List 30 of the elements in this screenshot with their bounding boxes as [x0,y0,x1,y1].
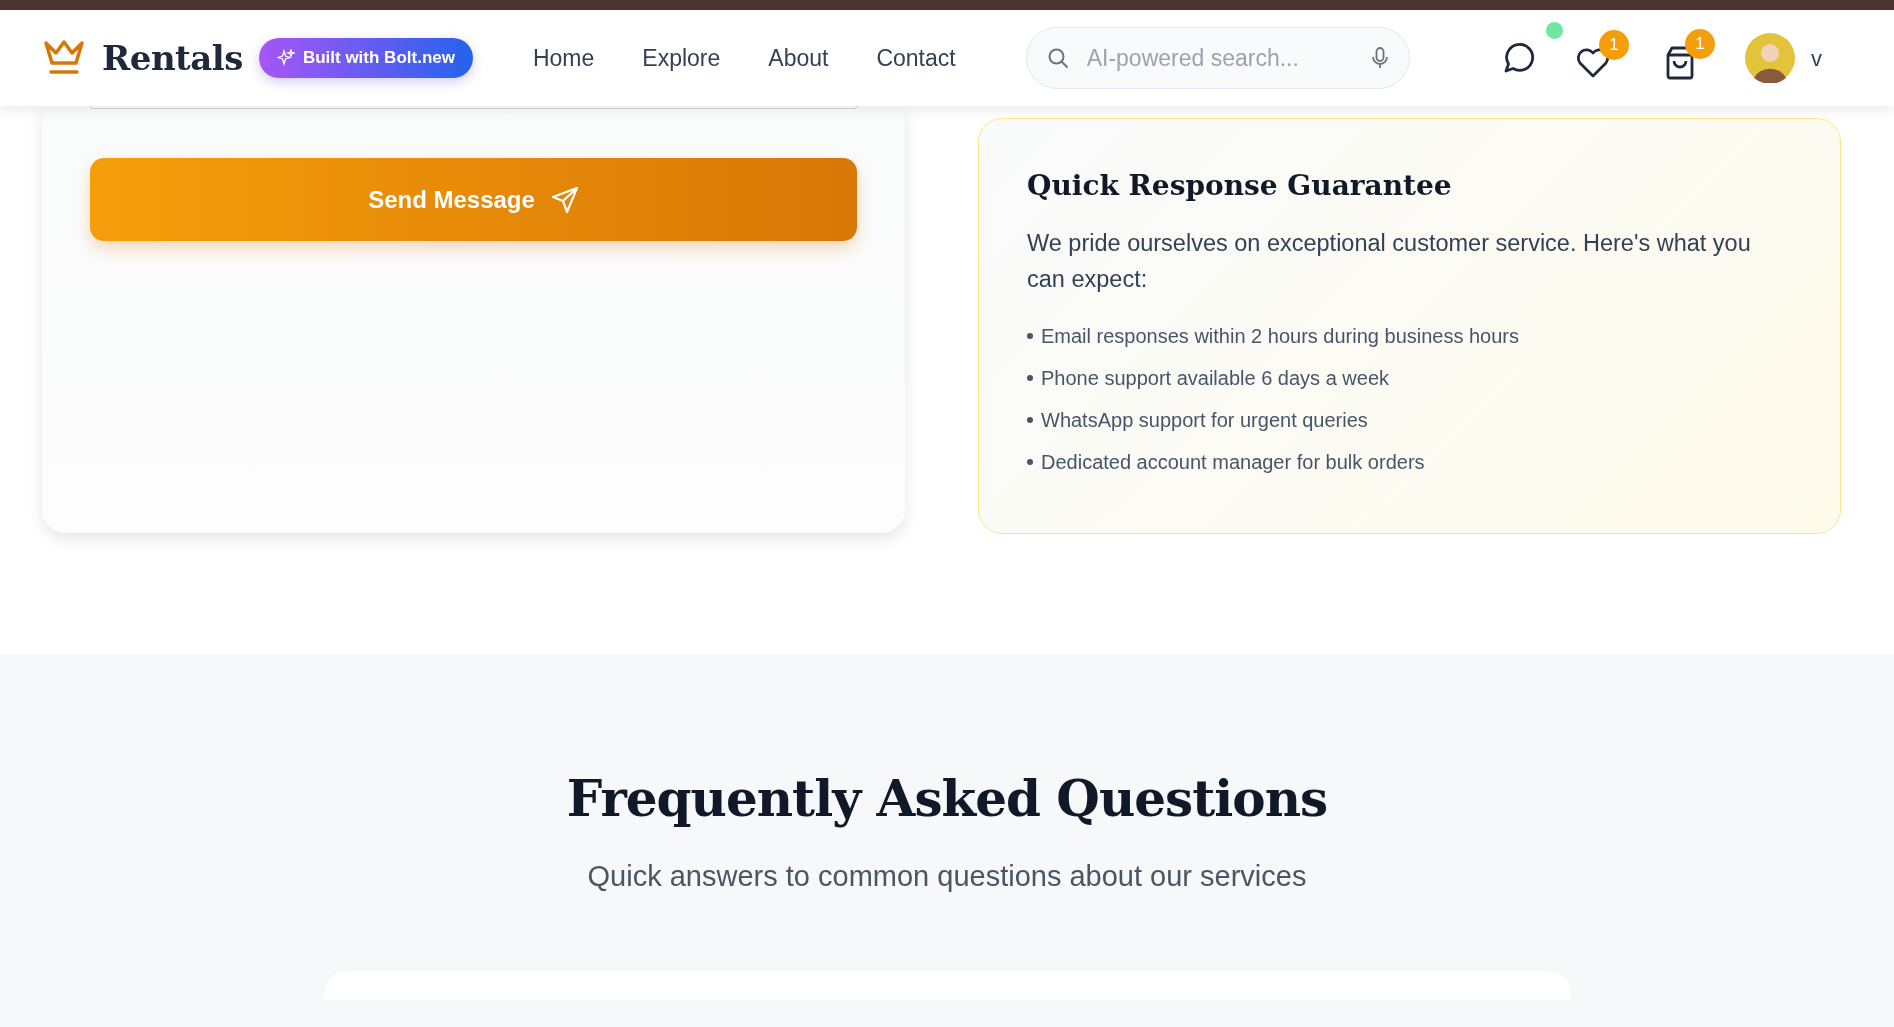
search-field[interactable]: AI-powered search... [1084,39,1355,77]
bullet-icon [1027,332,1033,339]
heart-icon [1575,46,1611,80]
card-description: We pride ourselves on exceptional customer service. Here's what you can expect: [1027,228,1752,294]
count-badge: 1 [1685,29,1715,59]
microphone-icon[interactable] [1370,46,1389,70]
card-title: Quick Response Guarantee [1027,169,1453,203]
brand-name[interactable]: Rentals [102,32,243,84]
count-badge: 1 [1599,30,1629,60]
section-title: Frequently Asked Questions [565,769,1329,829]
nav-link[interactable]: About [768,40,829,76]
message-field[interactable] [90,106,857,109]
crown-icon [42,39,86,77]
nav-link[interactable]: Explore [642,40,721,76]
section-subtitle: Quick answers to common questions about our services [586,859,1308,894]
list-item: Dedicated account manager for bulk orders [1041,449,1425,475]
user-initial[interactable]: v [1811,41,1822,75]
nav-link[interactable]: Contact [876,40,956,76]
send-icon [550,185,579,214]
avatar[interactable] [1745,33,1795,83]
built-with-badge[interactable]: Built with Bolt.new [258,38,473,78]
nav-link[interactable]: Home [532,40,595,76]
bullet-icon [1027,458,1033,465]
list-item: Email responses within 2 hours during business hours [1041,323,1520,349]
search-icon [1046,47,1069,69]
list-item: Phone support available 6 days a week [1041,365,1389,391]
search-bar[interactable]: AI-powered search... [1025,27,1410,89]
list-item: WhatsApp support for urgent queries [1041,407,1368,433]
bullet-icon [1027,374,1033,381]
bullet-icon [1027,416,1033,423]
